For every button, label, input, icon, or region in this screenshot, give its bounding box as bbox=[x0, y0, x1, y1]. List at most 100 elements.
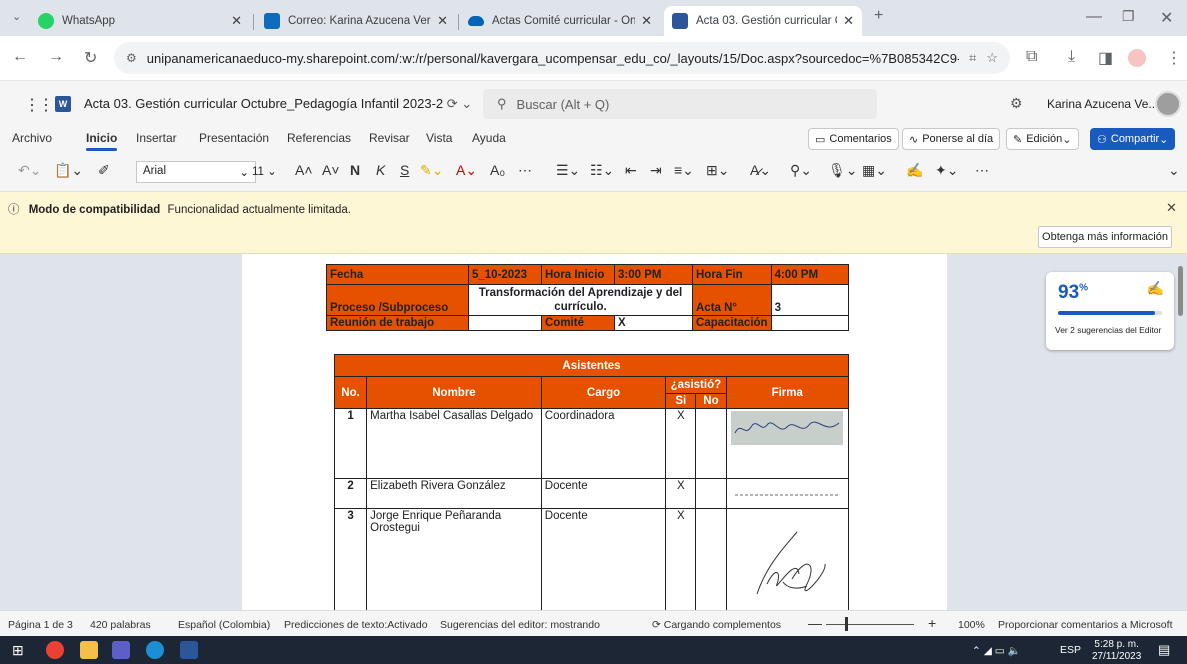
tab-referencias[interactable]: Referencias bbox=[287, 131, 351, 145]
sidepanel-icon[interactable]: ◨ bbox=[1098, 48, 1113, 68]
font-size-select[interactable]: 11 ⌄ bbox=[246, 161, 288, 183]
close-window-icon[interactable]: ✕ bbox=[1160, 8, 1173, 28]
font-name-select[interactable]: Arial ⌄ bbox=[136, 161, 256, 183]
status-words[interactable]: 420 palabras bbox=[90, 619, 151, 631]
close-tab-icon[interactable]: ✕ bbox=[231, 13, 242, 29]
close-tab-icon[interactable]: ✕ bbox=[437, 13, 448, 29]
extensions-icon[interactable]: ⧉ bbox=[1026, 48, 1037, 66]
tab-separator bbox=[458, 14, 459, 30]
share-button[interactable]: ⚇ Compartir ⌄ bbox=[1090, 128, 1176, 150]
tray-language[interactable]: ESP bbox=[1060, 644, 1081, 656]
site-info-icon[interactable]: ⚙ bbox=[126, 51, 137, 65]
more-options-icon[interactable]: ⋯ bbox=[975, 162, 989, 179]
signature-cell bbox=[725, 478, 849, 509]
user-name[interactable]: Karina Azucena Ve... bbox=[1047, 97, 1158, 111]
profile-icon[interactable] bbox=[1128, 49, 1146, 67]
editor-score-card[interactable]: 93% ✍ Ver 2 sugerencias del Editor bbox=[1046, 272, 1174, 350]
numbering-icon[interactable]: ☷⌄ bbox=[590, 162, 614, 179]
edge-icon[interactable] bbox=[146, 641, 164, 659]
back-icon[interactable]: ← bbox=[12, 48, 28, 66]
tab-onedrive[interactable]: Actas Comité curricular - OneDr ✕ bbox=[460, 6, 660, 36]
tab-search-icon[interactable]: ⌄ bbox=[12, 10, 21, 23]
zoom-out-icon[interactable]: — bbox=[808, 615, 822, 631]
tab-presentacion[interactable]: Presentación bbox=[199, 131, 269, 145]
reload-icon[interactable]: ↻ bbox=[84, 48, 97, 68]
status-page[interactable]: Página 1 de 3 bbox=[8, 619, 73, 631]
highlight-icon[interactable]: ✎⌄ bbox=[420, 162, 443, 179]
tab-inicio[interactable]: Inicio bbox=[86, 131, 118, 151]
tab-ayuda[interactable]: Ayuda bbox=[472, 131, 506, 145]
decrease-font-icon[interactable]: A˅ bbox=[322, 162, 340, 178]
feedback-link[interactable]: Proporcionar comentarios a Microsoft bbox=[998, 619, 1173, 631]
avatar[interactable] bbox=[1155, 91, 1181, 117]
comments-button[interactable]: ▭ Comentarios bbox=[808, 128, 899, 150]
tab-whatsapp[interactable]: WhatsApp ✕ bbox=[30, 6, 250, 36]
minimize-icon[interactable]: — bbox=[1086, 8, 1102, 26]
word-taskbar-icon[interactable] bbox=[180, 641, 198, 659]
font-color-icon[interactable]: A⌄ bbox=[456, 162, 477, 179]
tray-clock[interactable]: 5:28 p. m. 27/11/2023 bbox=[1092, 639, 1141, 663]
editing-mode-button[interactable]: ✎ Edición ⌄ bbox=[1006, 128, 1079, 150]
tab-outlook[interactable]: Correo: Karina Azucena Vergara ✕ bbox=[256, 6, 456, 36]
status-predictions[interactable]: Predicciones de texto:Activado bbox=[284, 619, 428, 631]
col-header-no: No. bbox=[333, 376, 368, 409]
vertical-scrollbar[interactable] bbox=[1178, 266, 1183, 316]
document-page[interactable]: Fecha 5_10-2023 Hora Inicio 3:00 PM Hora… bbox=[242, 254, 947, 610]
tab-revisar[interactable]: Revisar bbox=[369, 131, 410, 145]
italic-icon[interactable]: K bbox=[376, 162, 385, 178]
paste-icon[interactable]: 📋⌄ bbox=[54, 162, 83, 179]
url-bar[interactable]: ⚙ unipanamericanaeduco-my.sharepoint.com… bbox=[114, 42, 1010, 74]
format-painter-icon[interactable]: ✐ bbox=[98, 162, 110, 179]
designer-icon[interactable]: ✦⌄ bbox=[935, 162, 958, 179]
dictate-icon[interactable]: 🎙⌄ bbox=[828, 162, 858, 179]
download-icon[interactable]: ⤓ bbox=[1068, 48, 1075, 66]
windows-start-icon[interactable]: ⊞ bbox=[12, 642, 30, 660]
bullets-icon[interactable]: ☰⌄ bbox=[556, 162, 580, 179]
zoom-slider-track[interactable] bbox=[826, 624, 914, 625]
catch-up-button[interactable]: ∿ Ponerse al día bbox=[902, 128, 1001, 150]
zoom-in-icon[interactable]: + bbox=[928, 615, 936, 631]
file-explorer-icon[interactable] bbox=[80, 641, 98, 659]
borders-icon[interactable]: ⊞⌄ bbox=[706, 162, 729, 179]
align-icon[interactable]: ≡⌄ bbox=[674, 162, 694, 179]
increase-indent-icon[interactable]: ⇥ bbox=[650, 162, 662, 179]
tab-insertar[interactable]: Insertar bbox=[136, 131, 177, 145]
tab-archivo[interactable]: Archivo bbox=[12, 131, 52, 145]
close-infobar-icon[interactable]: ✕ bbox=[1166, 200, 1177, 216]
more-font-icon[interactable]: ⋯ bbox=[518, 162, 532, 179]
bold-icon[interactable]: N bbox=[350, 162, 360, 178]
forward-icon[interactable]: → bbox=[48, 48, 64, 66]
menu-icon[interactable]: ⋮ bbox=[1166, 48, 1182, 68]
status-editor-suggestions[interactable]: Sugerencias del editor: mostrando bbox=[440, 619, 600, 631]
document-title[interactable]: Acta 03. Gestión curricular Octubre_Peda… bbox=[84, 96, 472, 112]
styles-icon[interactable]: A̷⌄ bbox=[750, 162, 771, 179]
zoom-slider-thumb[interactable] bbox=[845, 617, 848, 631]
close-tab-icon[interactable]: ✕ bbox=[641, 13, 652, 29]
clear-format-icon[interactable]: A₀ bbox=[490, 162, 505, 178]
editor-suggestions-link[interactable]: Ver 2 sugerencias del Editor bbox=[1055, 325, 1161, 335]
expand-ribbon-icon[interactable]: ⌄ bbox=[1168, 162, 1180, 179]
underline-icon[interactable]: S bbox=[400, 162, 409, 178]
new-tab-button[interactable]: + bbox=[874, 7, 883, 25]
search-input[interactable]: ⚲ Buscar (Alt + Q) bbox=[483, 89, 877, 119]
find-icon[interactable]: ⚲⌄ bbox=[790, 162, 812, 179]
restore-icon[interactable]: ❐ bbox=[1122, 8, 1135, 25]
tray-icons[interactable]: ⌃ ◢ ▭ 🔈 bbox=[972, 644, 1021, 657]
undo-icon[interactable]: ↶⌄ bbox=[18, 162, 41, 179]
status-language[interactable]: Español (Colombia) bbox=[178, 619, 270, 631]
settings-icon[interactable]: ⚙ bbox=[1010, 95, 1023, 112]
addins-icon[interactable]: ▦⌄ bbox=[862, 162, 887, 179]
close-tab-icon[interactable]: ✕ bbox=[843, 13, 854, 29]
zoom-level[interactable]: 100% bbox=[958, 619, 985, 631]
translate-icon[interactable]: ⌗ bbox=[969, 50, 976, 66]
tab-vista[interactable]: Vista bbox=[426, 131, 452, 145]
chrome-icon[interactable] bbox=[46, 641, 64, 659]
tab-word-doc[interactable]: Acta 03. Gestión curricular Octu ✕ bbox=[664, 6, 862, 36]
bookmark-star-icon[interactable]: ☆ bbox=[986, 50, 998, 66]
teams-icon[interactable] bbox=[112, 641, 130, 659]
notifications-icon[interactable]: ▤ bbox=[1158, 642, 1170, 658]
decrease-indent-icon[interactable]: ⇤ bbox=[625, 162, 637, 179]
editor-icon[interactable]: ✍ bbox=[906, 162, 923, 179]
learn-more-button[interactable]: Obtenga más información bbox=[1038, 226, 1172, 248]
increase-font-icon[interactable]: A˄ bbox=[295, 162, 313, 178]
